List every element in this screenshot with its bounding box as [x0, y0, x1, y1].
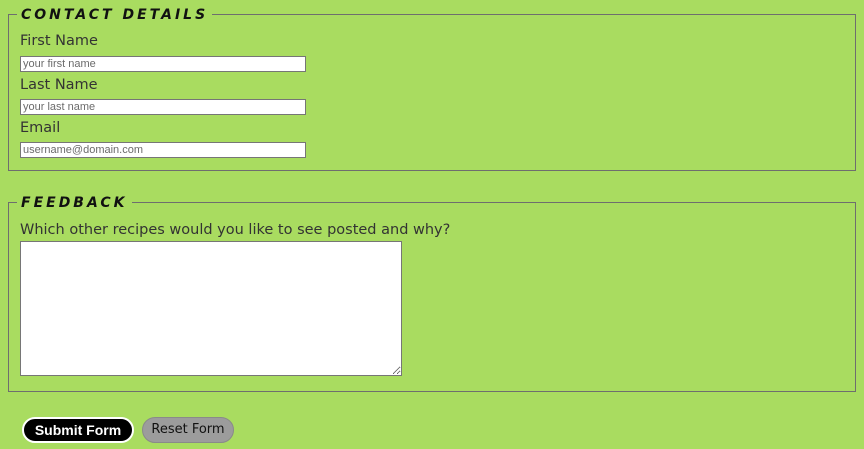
feedback-textarea[interactable] — [20, 241, 402, 376]
feedback-question-label: Which other recipes would you like to se… — [20, 222, 451, 238]
first-name-label: First Name — [20, 33, 98, 49]
submit-form-button[interactable]: Submit Form — [22, 417, 134, 443]
feedback-legend: FEEDBACK — [17, 194, 132, 212]
contact-details-fieldset: CONTACT DETAILS First Name Last Name Ema… — [8, 6, 856, 171]
reset-form-button[interactable]: Reset Form — [142, 417, 234, 443]
email-label: Email — [20, 120, 61, 136]
email-input[interactable] — [20, 142, 306, 158]
feedback-fieldset: FEEDBACK Which other recipes would you l… — [8, 194, 856, 392]
last-name-label: Last Name — [20, 77, 98, 93]
last-name-input[interactable] — [20, 99, 306, 115]
first-name-input[interactable] — [20, 56, 306, 72]
contact-details-legend: CONTACT DETAILS — [17, 6, 213, 24]
